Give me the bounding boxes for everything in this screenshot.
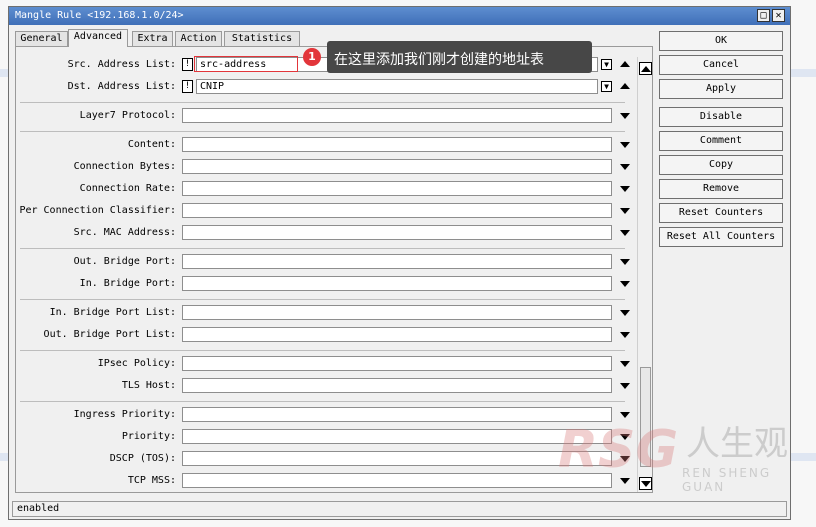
connection-rate-dropdown-icon[interactable] [620,186,630,192]
src-mac-address-label: Src. MAC Address: [73,227,176,238]
disable-button[interactable]: Disable [659,107,783,127]
watermark-chinese-text: 人生观 [686,424,788,464]
highlight-box [194,56,298,72]
restore-icon[interactable]: □ [757,9,770,22]
watermark-english-text: REN SHENG GUAN [682,466,772,494]
content-field[interactable] [182,137,612,152]
ingress-priority-label: Ingress Priority: [73,409,176,420]
separator [20,299,625,300]
in-bridge-port-field[interactable] [182,276,612,291]
title-bar[interactable]: Mangle Rule <192.168.1.0/24> □ ✕ [9,7,790,25]
content-dropdown-icon[interactable] [620,142,630,148]
connection-rate-label: Connection Rate: [79,183,176,194]
watermark: RSG 人生观 REN SHENG GUAN [558,420,814,494]
layer7-protocol-label: Layer7 Protocol: [79,110,176,121]
dst-address-list-remove-icon[interactable] [620,83,630,89]
watermark-logo: RSG [558,420,679,480]
per-connection-classifier-label: Per Connection Classifier: [19,205,176,216]
src-mac-address-field[interactable] [182,225,612,240]
in-bridge-port-list-label: In. Bridge Port List: [49,307,176,318]
src-address-list-remove-icon[interactable] [620,61,630,67]
dst-address-list-field[interactable]: CNIP [196,79,598,94]
annotation-number-badge: 1 [303,48,321,66]
tls-host-label: TLS Host: [121,380,176,391]
reset-counters-button[interactable]: Reset Counters [659,203,783,223]
dscp-tos-field[interactable] [182,451,612,466]
src-address-list-label: Src. Address List: [67,59,176,70]
dst-address-list-negate[interactable]: ! [182,80,193,93]
layer7-protocol-field[interactable] [182,108,612,123]
priority-label: Priority: [121,431,176,442]
annotation-text: 在这里添加我们刚才创建的地址表 [334,52,544,68]
connection-bytes-label: Connection Bytes: [73,161,176,172]
priority-field[interactable] [182,429,612,444]
connection-rate-field[interactable] [182,181,612,196]
tcp-mss-label: TCP MSS: [127,475,176,486]
dscp-tos-label: DSCP (TOS): [109,453,176,464]
separator [20,102,625,103]
dst-address-list-label: Dst. Address List: [67,81,176,92]
tls-host-dropdown-icon[interactable] [620,383,630,389]
content-label: Content: [127,139,176,150]
annotation-callout: 1 在这里添加我们刚才创建的地址表 [303,41,592,73]
tab-advanced[interactable]: Advanced [68,29,128,47]
tab-statistics[interactable]: Statistics [224,31,300,46]
ingress-priority-field[interactable] [182,407,612,422]
cancel-button[interactable]: Cancel [659,55,783,75]
copy-button[interactable]: Copy [659,155,783,175]
ipsec-policy-dropdown-icon[interactable] [620,361,630,367]
comment-button[interactable]: Comment [659,131,783,151]
apply-button[interactable]: Apply [659,79,783,99]
out-bridge-port-field[interactable] [182,254,612,269]
reset-all-counters-button[interactable]: Reset All Counters [659,227,783,247]
out-bridge-port-list-label: Out. Bridge Port List: [43,329,176,340]
separator [20,401,625,402]
layer7-protocol-dropdown-icon[interactable] [620,113,630,119]
ok-button[interactable]: OK [659,31,783,51]
scroll-up-icon[interactable] [639,62,652,75]
status-bar: enabled [12,501,787,517]
ingress-priority-dropdown-icon[interactable] [620,412,630,418]
separator [20,248,625,249]
separator [20,131,625,132]
per-connection-classifier-field[interactable] [182,203,612,218]
remove-button[interactable]: Remove [659,179,783,199]
src-address-list-dropdown-icon[interactable]: ▼ [601,59,612,70]
in-bridge-port-list-field[interactable] [182,305,612,320]
tab-extra[interactable]: Extra [132,31,173,46]
out-bridge-port-dropdown-icon[interactable] [620,259,630,265]
tcp-mss-field[interactable] [182,473,612,488]
dst-address-list-dropdown-icon[interactable]: ▼ [601,81,612,92]
window-title: Mangle Rule <192.168.1.0/24> [15,10,184,21]
close-icon[interactable]: ✕ [772,9,785,22]
connection-bytes-field[interactable] [182,159,612,174]
per-connection-classifier-dropdown-icon[interactable] [620,208,630,214]
connection-bytes-dropdown-icon[interactable] [620,164,630,170]
separator [20,350,625,351]
in-bridge-port-dropdown-icon[interactable] [620,281,630,287]
ipsec-policy-field[interactable] [182,356,612,371]
src-mac-address-dropdown-icon[interactable] [620,230,630,236]
out-bridge-port-list-dropdown-icon[interactable] [620,332,630,338]
out-bridge-port-list-field[interactable] [182,327,612,342]
in-bridge-port-label: In. Bridge Port: [79,278,176,289]
tls-host-field[interactable] [182,378,612,393]
in-bridge-port-list-dropdown-icon[interactable] [620,310,630,316]
ipsec-policy-label: IPsec Policy: [97,358,176,369]
src-address-list-negate[interactable]: ! [182,58,193,71]
tab-action[interactable]: Action [175,31,222,46]
tab-general[interactable]: General [15,31,68,46]
out-bridge-port-label: Out. Bridge Port: [73,256,176,267]
scroll-up-arrow-icon [641,66,651,72]
